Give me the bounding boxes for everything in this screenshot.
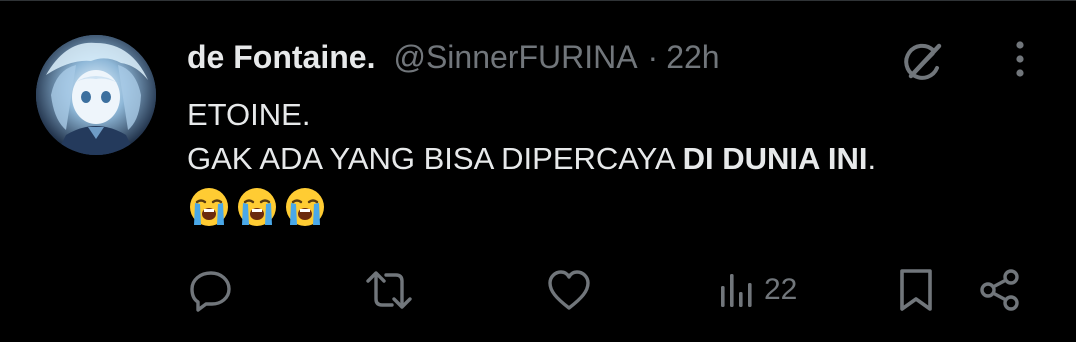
- loudly-crying-face-icon: [238, 188, 276, 226]
- separator-dot: ·: [647, 38, 659, 75]
- display-name[interactable]: de Fontaine.: [187, 39, 375, 76]
- tweet-text-normal: GAK ADA YANG BISA DIPERCAYA: [187, 141, 683, 176]
- reply-button[interactable]: [188, 263, 234, 317]
- bookmark-icon: [900, 269, 932, 311]
- views-count: 22: [764, 273, 798, 306]
- share-icon: [980, 269, 1019, 311]
- share-button[interactable]: [978, 263, 1022, 317]
- emoji-row: [187, 185, 876, 229]
- like-button[interactable]: [546, 263, 592, 317]
- timestamp[interactable]: 22h: [666, 39, 719, 76]
- tweet-text-bold: DI DUNIA INI: [682, 141, 868, 176]
- tweet-text: ETOINE. GAK ADA YANG BISA DIPERCAYA DI D…: [187, 93, 876, 229]
- more-icon: [1016, 41, 1024, 77]
- tweet-text-line-1: ETOINE.: [187, 97, 311, 132]
- tweet-text-end: .: [867, 141, 877, 176]
- tweet-text-line-2: GAK ADA YANG BISA DIPERCAYA DI DUNIA INI…: [187, 137, 876, 181]
- repost-icon: [366, 271, 412, 309]
- grok-icon: [904, 43, 942, 80]
- bookmark-button[interactable]: [896, 263, 936, 317]
- grok-button[interactable]: [896, 35, 950, 89]
- loudly-crying-face-icon: [286, 188, 324, 226]
- views-icon: [721, 274, 752, 307]
- reply-icon: [190, 271, 231, 312]
- like-icon: [548, 270, 590, 310]
- avatar-image: [36, 35, 156, 155]
- user-handle[interactable]: @SinnerFURINA: [393, 39, 637, 76]
- loudly-crying-face-icon: [190, 188, 228, 226]
- tweet[interactable]: de Fontaine. @SinnerFURINA · 22h ETOINE.…: [0, 0, 1076, 342]
- repost-button[interactable]: [364, 263, 414, 317]
- more-button[interactable]: [1000, 35, 1040, 83]
- avatar[interactable]: [36, 35, 156, 155]
- action-bar: 22: [0, 263, 1076, 317]
- views-button[interactable]: 22: [718, 263, 797, 317]
- tweet-header: de Fontaine. @SinnerFURINA · 22h: [187, 35, 720, 79]
